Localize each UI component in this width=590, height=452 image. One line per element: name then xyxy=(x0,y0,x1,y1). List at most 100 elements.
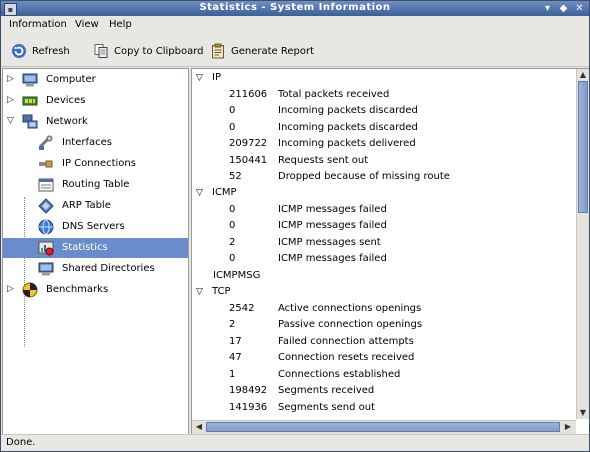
section-header-icmpmsg[interactable]: ICMPMSG xyxy=(213,270,260,281)
tree-item-benchmarks[interactable]: ▷ Benchmarks xyxy=(3,280,188,300)
stat-label: ICMP messages failed xyxy=(278,204,387,215)
tree-label: Devices xyxy=(46,95,86,106)
scroll-right-icon[interactable]: ▶ xyxy=(562,421,574,433)
sidebar-tree[interactable]: ▷ Computer ▷ Devices ▽ Network Interface… xyxy=(2,68,189,435)
restore-icon[interactable]: ◆ xyxy=(557,2,570,15)
status-bar: Done. xyxy=(1,434,589,451)
tree-label: Shared Directories xyxy=(62,263,155,274)
stat-label: ICMP messages sent xyxy=(278,237,381,248)
tree-item-interfaces[interactable]: Interfaces xyxy=(3,133,188,153)
tree-label: DNS Servers xyxy=(62,221,125,232)
vertical-scroll-thumb[interactable] xyxy=(578,81,588,213)
tree-item-shared-directories[interactable]: Shared Directories xyxy=(3,259,188,279)
section-header-icmp[interactable]: ▽ ICMP xyxy=(196,187,237,198)
stat-value: 150441 xyxy=(229,155,268,166)
collapse-triangle-icon[interactable]: ▽ xyxy=(196,287,208,297)
tree-item-dns-servers[interactable]: DNS Servers xyxy=(3,217,188,237)
menu-help[interactable]: Help xyxy=(109,19,132,30)
window-controls: ▾ ◆ ✕ xyxy=(541,2,586,15)
ip-connections-icon xyxy=(38,156,54,172)
stat-value: 47 xyxy=(229,352,242,363)
stat-value: 0 xyxy=(229,105,236,116)
refresh-icon xyxy=(11,43,27,59)
menu-information[interactable]: Information xyxy=(9,19,67,30)
details-pane[interactable]: ▽ IP 211606 Total packets received 0 Inco… xyxy=(191,68,589,435)
stat-value: 1 xyxy=(229,369,236,380)
tree-item-devices[interactable]: ▷ Devices xyxy=(3,91,188,111)
stat-label: Total packets received xyxy=(278,89,390,100)
copy-to-clipboard-button[interactable]: Copy to Clipboard xyxy=(93,41,204,61)
network-icon xyxy=(22,114,38,130)
section-title: ICMP xyxy=(212,187,237,198)
stat-value: 0 xyxy=(229,220,236,231)
refresh-button[interactable]: Refresh xyxy=(11,41,70,61)
expander-collapsed-icon[interactable]: ▷ xyxy=(7,74,17,84)
arp-table-icon xyxy=(38,198,54,214)
shared-directories-icon xyxy=(38,261,54,277)
stat-value: 141936 xyxy=(229,402,268,413)
stat-label: Connection resets received xyxy=(278,352,415,363)
interfaces-icon xyxy=(38,135,54,151)
collapse-triangle-icon[interactable]: ▽ xyxy=(196,188,208,198)
tree-item-arp-table[interactable]: ARP Table xyxy=(3,196,188,216)
tree-item-routing-table[interactable]: Routing Table xyxy=(3,175,188,195)
expander-expanded-icon[interactable]: ▽ xyxy=(7,116,17,126)
tree-label: ARP Table xyxy=(62,200,111,211)
tree-label: Routing Table xyxy=(62,179,130,190)
scroll-up-icon[interactable]: ▲ xyxy=(577,69,589,81)
toolbar: Refresh Copy to Clipboard Generate Repor… xyxy=(1,35,589,67)
app-window: ▪ Statistics - System Information ▾ ◆ ✕ … xyxy=(0,0,590,452)
tree-label: Statistics xyxy=(62,242,108,253)
statistics-icon xyxy=(38,240,54,256)
stat-label: Active connections openings xyxy=(278,303,422,314)
tree-label: Interfaces xyxy=(62,137,112,148)
scroll-left-icon[interactable]: ◀ xyxy=(193,421,205,433)
menu-help-label: Help xyxy=(109,19,132,30)
stat-value: 0 xyxy=(229,204,236,215)
close-icon[interactable]: ✕ xyxy=(573,2,586,15)
tree-item-ip-connections[interactable]: IP Connections xyxy=(3,154,188,174)
tree-item-network[interactable]: ▽ Network xyxy=(3,112,188,132)
tree-label: Benchmarks xyxy=(46,284,109,295)
expander-collapsed-icon[interactable]: ▷ xyxy=(7,284,17,294)
devices-icon xyxy=(22,93,38,109)
benchmarks-icon xyxy=(22,282,38,298)
stat-value: 2 xyxy=(229,237,236,248)
stat-value: 209722 xyxy=(229,138,268,149)
tree-label: Network xyxy=(46,116,88,127)
copy-icon xyxy=(93,43,109,59)
stat-label: Dropped because of missing route xyxy=(278,171,450,182)
stat-value: 2 xyxy=(229,319,236,330)
routing-table-icon xyxy=(38,177,54,193)
report-icon xyxy=(210,43,226,59)
horizontal-scrollbar[interactable]: ◀ ▶ xyxy=(192,420,576,434)
stat-value: 198492 xyxy=(229,385,268,396)
menu-view[interactable]: View xyxy=(75,19,99,30)
tree-item-computer[interactable]: ▷ Computer xyxy=(3,70,188,90)
section-title: IP xyxy=(212,72,221,83)
shade-down-icon[interactable]: ▾ xyxy=(541,2,554,15)
stat-label: ICMP messages failed xyxy=(278,220,387,231)
menu-view-label: View xyxy=(75,19,99,30)
tree-label: Computer xyxy=(46,74,96,85)
stat-value: 0 xyxy=(229,253,236,264)
menu-bar: Information View Help xyxy=(1,16,589,35)
copy-to-clipboard-label: Copy to Clipboard xyxy=(114,45,204,57)
horizontal-scroll-thumb[interactable] xyxy=(206,422,560,432)
window-title: Statistics - System Information xyxy=(199,2,391,13)
stat-label: Requests sent out xyxy=(278,155,369,166)
stat-value: 52 xyxy=(229,171,242,182)
tree-item-statistics[interactable]: Statistics xyxy=(3,238,188,258)
title-bar[interactable]: ▪ Statistics - System Information ▾ ◆ ✕ xyxy=(1,1,589,16)
generate-report-button[interactable]: Generate Report xyxy=(210,41,314,61)
collapse-triangle-icon[interactable]: ▽ xyxy=(196,73,208,83)
stat-label: Connections established xyxy=(278,369,401,380)
expander-collapsed-icon[interactable]: ▷ xyxy=(7,95,17,105)
stat-value: 211606 xyxy=(229,89,268,100)
scroll-down-icon[interactable]: ▼ xyxy=(577,407,589,419)
section-header-ip[interactable]: ▽ IP xyxy=(196,72,221,83)
stat-label: ICMP messages failed xyxy=(278,253,387,264)
vertical-scrollbar[interactable]: ▲ ▼ xyxy=(576,69,589,419)
section-header-tcp[interactable]: ▽ TCP xyxy=(196,286,231,297)
stat-value: 17 xyxy=(229,336,242,347)
